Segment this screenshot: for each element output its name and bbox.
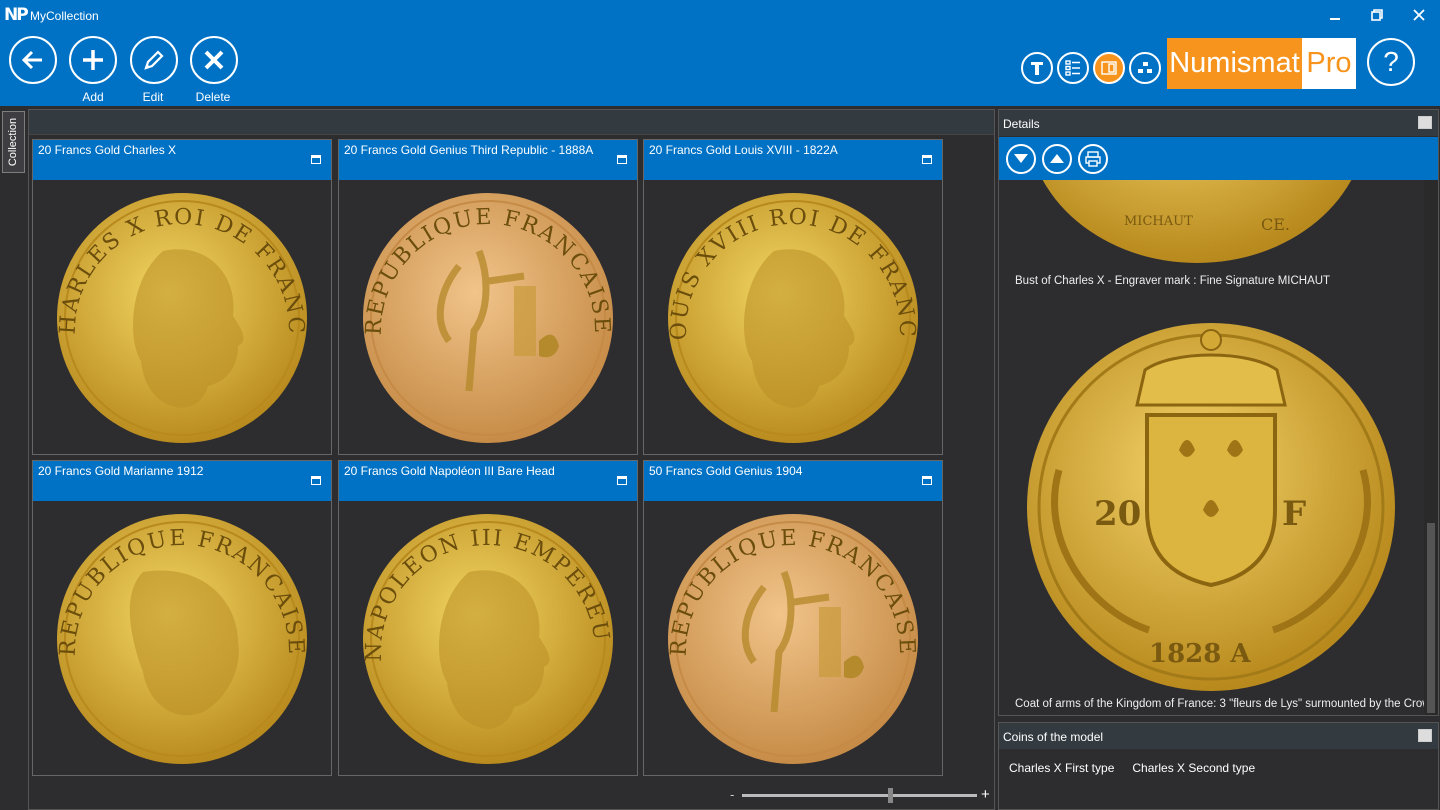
- maximize-icon[interactable]: [1418, 116, 1432, 129]
- move-down-icon: [1014, 154, 1028, 163]
- coin-image[interactable]: LOUIS XVIII ROI DE FRANCE: [635, 162, 942, 454]
- obverse-caption: Bust of Charles X - Engraver mark : Fine…: [1015, 275, 1331, 287]
- brand-logo: Numismat Pro: [1167, 38, 1356, 89]
- move-down-button[interactable]: [1006, 144, 1036, 174]
- add-label: Add: [82, 90, 104, 104]
- model-header: Coins of the model: [999, 723, 1438, 749]
- coin-card-title: 20 Francs Gold Charles X: [38, 143, 177, 157]
- back-arrow-icon: [21, 50, 42, 70]
- brand-name-part1: Numismat: [1167, 38, 1302, 89]
- model-title: Coins of the model: [1003, 730, 1104, 744]
- reverse-year: 1828 A: [1149, 639, 1251, 669]
- zoom-minus[interactable]: -: [730, 787, 734, 802]
- coin-card[interactable]: 20 Francs Gold Marianne 1912 REPUBLIQUE F…: [32, 460, 332, 776]
- model-item[interactable]: Charles X First type: [1009, 761, 1114, 775]
- maximize-icon[interactable]: [1418, 729, 1432, 742]
- coin-card-header[interactable]: 20 Francs Gold Marianne 1912: [33, 461, 331, 501]
- print-icon: [1085, 151, 1101, 167]
- brand-name-part2: Pro: [1302, 38, 1356, 89]
- coin-card-title: 20 Francs Gold Louis XVIII - 1822A: [649, 143, 838, 157]
- print-button[interactable]: [1078, 144, 1108, 174]
- maximize-icon[interactable]: [922, 476, 932, 485]
- zoom-thumb[interactable]: [887, 788, 893, 803]
- details-panel: Details MICHAUT CE. 20 F 1828 A Bust of …: [998, 109, 1439, 716]
- coin-card-header[interactable]: 20 Francs Gold Genius Third Republic - 1…: [339, 140, 637, 180]
- reverse-image: 20 F 1828 A: [1027, 323, 1395, 691]
- svg-text:MICHAUT: MICHAUT: [1124, 214, 1193, 229]
- coin-card-title: 20 Francs Gold Genius Third Republic - 1…: [344, 143, 594, 157]
- coin-card-header[interactable]: 20 Francs Gold Charles X: [33, 140, 331, 180]
- reverse-caption: Coat of arms of the Kingdom of France: 3…: [1015, 698, 1424, 710]
- network-view-icon: [1138, 62, 1152, 73]
- delete-button[interactable]: [190, 36, 238, 84]
- delete-label: Delete: [195, 90, 231, 104]
- details-toolbar: [999, 137, 1438, 180]
- text-view-button[interactable]: [1021, 52, 1053, 84]
- app-logo: NP: [4, 5, 29, 25]
- coin-card-header[interactable]: 50 Francs Gold Genius 1904: [644, 461, 942, 501]
- coin-card[interactable]: 20 Francs Gold Napoléon III Bare Head NAP…: [330, 460, 638, 776]
- coin-card-title: 50 Francs Gold Genius 1904: [649, 464, 803, 478]
- minimize-icon[interactable]: [1320, 2, 1350, 28]
- obverse-image: MICHAUT CE.: [1042, 180, 1352, 263]
- coin-card[interactable]: 20 Francs Gold Genius Third Republic - 1…: [338, 139, 638, 455]
- reverse-denom-right: F: [1282, 494, 1306, 534]
- zoom-slider[interactable]: - +: [730, 786, 992, 806]
- coin-card[interactable]: 20 Francs Gold Louis XVIII - 1822A LOUIS …: [635, 139, 943, 455]
- edit-button[interactable]: [130, 36, 178, 84]
- list-view-icon: [1065, 60, 1080, 76]
- zoom-plus[interactable]: +: [981, 786, 990, 803]
- coin-image[interactable]: NAPOLEON III EMPEREUR: [330, 483, 637, 775]
- network-view-button[interactable]: [1129, 52, 1161, 84]
- move-up-button[interactable]: [1042, 144, 1072, 174]
- gallery-view-icon: [1101, 61, 1117, 75]
- pencil-icon: [144, 50, 164, 70]
- collection-tab-label: Collection: [7, 117, 20, 167]
- model-list: Charles X First type Charles X Second ty…: [1009, 761, 1255, 775]
- coin-image[interactable]: CHARLES X ROI DE FRANCE: [24, 162, 331, 454]
- gallery-view-button[interactable]: [1093, 52, 1125, 84]
- reverse-denom-left: 20: [1094, 494, 1141, 534]
- details-images: MICHAUT CE. 20 F 1828 A: [1027, 180, 1395, 691]
- restore-icon[interactable]: [1362, 2, 1392, 28]
- coin-card-header[interactable]: 20 Francs Gold Louis XVIII - 1822A: [644, 140, 942, 180]
- model-item[interactable]: Charles X Second type: [1132, 761, 1255, 775]
- move-up-icon: [1050, 154, 1064, 163]
- details-header: Details: [999, 110, 1438, 136]
- back-button[interactable]: [9, 36, 57, 84]
- list-view-button[interactable]: [1057, 52, 1089, 84]
- maximize-icon[interactable]: [617, 476, 627, 485]
- title-toolbar: NP MyCollection Add Edit Delete Numismat…: [0, 0, 1440, 106]
- maximize-icon[interactable]: [617, 155, 627, 164]
- edit-label: Edit: [142, 90, 164, 104]
- details-scrollbar[interactable]: [1424, 180, 1438, 715]
- svg-text:CE.: CE.: [1261, 215, 1290, 234]
- x-icon: [204, 50, 224, 70]
- window-title: MyCollection: [30, 9, 99, 23]
- coin-card-title: 20 Francs Gold Marianne 1912: [38, 464, 204, 478]
- coin-card-title: 20 Francs Gold Napoléon III Bare Head: [344, 464, 555, 478]
- close-icon[interactable]: [1404, 2, 1434, 28]
- zoom-track: [742, 794, 977, 797]
- add-button[interactable]: [69, 36, 117, 84]
- coin-image[interactable]: REPUBLIQUE FRANCAISE: [644, 502, 942, 775]
- details-title: Details: [1003, 117, 1040, 131]
- maximize-icon[interactable]: [922, 155, 932, 164]
- plus-icon: [83, 50, 103, 70]
- details-scroll-thumb[interactable]: [1427, 523, 1435, 713]
- maximize-icon[interactable]: [311, 476, 321, 485]
- coin-image[interactable]: REPUBLIQUE FRANCAISE: [33, 502, 331, 775]
- gallery-header: [29, 110, 994, 135]
- model-coins-panel: Coins of the model Charles X First type …: [998, 722, 1439, 810]
- collection-side-tab[interactable]: Collection: [2, 111, 25, 173]
- text-view-icon: [1031, 62, 1043, 75]
- help-button[interactable]: ?: [1367, 38, 1415, 86]
- coin-card-header[interactable]: 20 Francs Gold Napoléon III Bare Head: [339, 461, 637, 501]
- maximize-icon[interactable]: [311, 155, 321, 164]
- coin-card[interactable]: 50 Francs Gold Genius 1904 REPUBLIQUE FRA…: [643, 460, 943, 776]
- coin-image[interactable]: REPUBLIQUE FRANCAISE: [339, 181, 637, 454]
- details-content: MICHAUT CE. 20 F 1828 A Bust of Charles …: [999, 180, 1424, 715]
- coin-card[interactable]: 20 Francs Gold Charles X CHARLES X ROI DE…: [24, 139, 332, 455]
